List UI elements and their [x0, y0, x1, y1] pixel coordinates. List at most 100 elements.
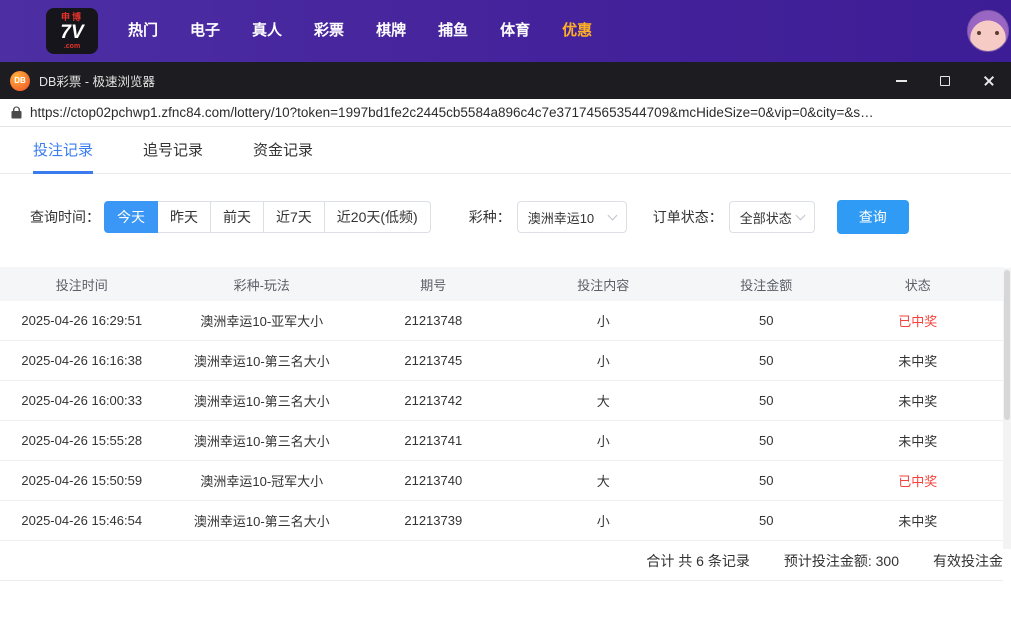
cell-status: 未中奖: [898, 354, 938, 369]
tab[interactable]: 投注记录: [33, 127, 94, 174]
chevron-down-icon: [795, 210, 806, 220]
table-row: 2025-04-26 16:00:33 澳洲幸运10-第三名大小 21213742 大…: [0, 381, 1003, 421]
site-logo[interactable]: 申博 7V .com: [46, 8, 98, 54]
cell-bet-amount: 50: [759, 393, 774, 408]
cell-game-play: 澳洲幸运10-亚军大小: [200, 314, 324, 329]
cell-issue-number: 21213748: [404, 313, 463, 328]
column-header: 期号: [420, 277, 447, 293]
nav-item[interactable]: 捕鱼: [422, 0, 484, 62]
minimize-icon: [895, 79, 907, 82]
time-filter-option[interactable]: 近7天: [264, 201, 325, 233]
summary-valid-amount: 有效投注金: [933, 552, 1003, 569]
lottery-select-label: 彩种：: [468, 209, 511, 225]
nav-item[interactable]: 棋牌: [360, 0, 422, 62]
column-header: 彩种-玩法: [233, 277, 290, 293]
top-nav-items: 热门 电子 真人 彩票 棋牌 捕鱼 体育 优惠: [112, 0, 608, 62]
cell-bet-content: 小: [596, 354, 610, 369]
page-content: 投注记录 追号记录 资金记录 查询时间： 今天 昨天 前天 近7天 近20天(低频) 彩种：…: [0, 127, 1011, 625]
cell-status: 未中奖: [898, 434, 938, 449]
cell-issue-number: 21213740: [404, 473, 463, 488]
cell-bet-time: 2025-04-26 15:50:59: [21, 473, 143, 488]
nav-item[interactable]: 体育: [484, 0, 546, 62]
cell-bet-content: 小: [596, 314, 610, 329]
column-header: 投注金额: [740, 277, 793, 293]
lottery-select[interactable]: 澳洲幸运10: [516, 201, 627, 233]
filter-bar: 查询时间： 今天 昨天 前天 近7天 近20天(低频) 彩种： 澳洲幸运10 订单状态：…: [30, 200, 1011, 234]
time-filter-option[interactable]: 近20天(低频): [324, 201, 431, 233]
table-body: 2025-04-26 16:29:51 澳洲幸运10-亚军大小 21213748 小 5…: [0, 301, 1003, 541]
cell-bet-time: 2025-04-26 16:29:51: [21, 313, 143, 328]
browser-app-icon: DB: [10, 70, 30, 91]
cell-bet-time: 2025-04-26 15:46:54: [21, 513, 143, 528]
window-title: DB彩票 - 极速浏览器: [39, 75, 155, 89]
cell-game-play: 澳洲幸运10-冠军大小: [200, 474, 324, 489]
tab[interactable]: 追号记录: [143, 127, 203, 174]
table-row: 2025-04-26 15:46:54 澳洲幸运10-第三名大小 21213739 小…: [0, 501, 1003, 541]
time-filter-option[interactable]: 今天: [104, 201, 158, 233]
browser-title-bar: DB DB彩票 - 极速浏览器: [0, 62, 1011, 99]
chevron-down-icon: [607, 210, 618, 220]
table-row: 2025-04-26 16:16:38 澳洲幸运10-第三名大小 21213745 小…: [0, 341, 1003, 381]
time-filter-option[interactable]: 昨天: [158, 201, 211, 233]
cell-bet-amount: 50: [759, 433, 774, 448]
scrollbar-track[interactable]: [1003, 268, 1011, 549]
order-status-value: 全部状态: [739, 210, 792, 226]
scrollbar-thumb[interactable]: [1004, 270, 1010, 420]
minimize-button[interactable]: [879, 62, 923, 99]
cell-game-play: 澳洲幸运10-第三名大小: [193, 354, 330, 369]
table-row: 2025-04-26 15:50:59 澳洲幸运10-冠军大小 21213740 大 5…: [0, 461, 1003, 501]
time-filter-option[interactable]: 前天: [211, 201, 264, 233]
time-filter-group: 今天 昨天 前天 近7天 近20天(低频): [104, 201, 431, 233]
order-status-select[interactable]: 全部状态: [728, 201, 815, 233]
cell-bet-time: 2025-04-26 15:55:28: [21, 433, 143, 448]
summary-total: 合计 共 6 条记录: [646, 552, 750, 569]
nav-item[interactable]: 热门: [112, 0, 174, 62]
table-summary-row: 合计 共 6 条记录 预计投注金额: 300 有效投注金: [0, 541, 1003, 581]
nav-item[interactable]: 电子: [174, 0, 236, 62]
cell-bet-amount: 50: [759, 353, 774, 368]
cell-issue-number: 21213739: [404, 513, 463, 528]
maximize-button[interactable]: [923, 62, 967, 99]
bet-records-table: 投注时间 彩种-玩法 期号 投注内容 投注金额 状态 2025-04-26 16:29:5…: [0, 267, 1003, 581]
query-button[interactable]: 查询: [836, 200, 909, 234]
window-controls: [879, 62, 1011, 99]
column-header: 投注内容: [577, 277, 630, 293]
cell-issue-number: 21213742: [404, 393, 463, 408]
user-avatar[interactable]: [967, 10, 1009, 52]
cell-bet-content: 大: [596, 394, 610, 409]
nav-item[interactable]: 真人: [236, 0, 298, 62]
cell-bet-amount: 50: [759, 473, 774, 488]
close-icon: [983, 75, 995, 87]
url-text: https://ctop02pchwp1.zfnc84.com/lottery/…: [30, 105, 874, 120]
cell-status: 未中奖: [898, 394, 938, 409]
column-header: 状态: [904, 277, 931, 293]
order-status-label: 订单状态：: [652, 209, 723, 225]
cell-bet-time: 2025-04-26 16:16:38: [21, 353, 143, 368]
cell-bet-content: 小: [596, 434, 610, 449]
cell-issue-number: 21213741: [404, 433, 463, 448]
summary-expected-amount: 预计投注金额: 300: [783, 552, 899, 569]
maximize-icon: [940, 75, 950, 86]
time-filter-label: 查询时间：: [30, 209, 100, 225]
cell-bet-content: 小: [596, 514, 610, 529]
address-bar[interactable]: https://ctop02pchwp1.zfnc84.com/lottery/…: [0, 99, 1011, 127]
table-row: 2025-04-26 16:29:51 澳洲幸运10-亚军大小 21213748 小 5…: [0, 301, 1003, 341]
close-button[interactable]: [967, 62, 1011, 99]
logo-text-main: 7V: [60, 21, 84, 43]
cell-game-play: 澳洲幸运10-第三名大小: [193, 434, 330, 449]
lottery-select-value: 澳洲幸运10: [527, 210, 595, 226]
site-header: 申博 7V .com 热门 电子 真人 彩票 棋牌 捕鱼 体育 优惠: [0, 0, 1011, 62]
nav-item[interactable]: 彩票: [298, 0, 360, 62]
tab[interactable]: 资金记录: [253, 127, 313, 174]
logo-text-com: .com: [63, 42, 81, 50]
lock-icon: [11, 106, 22, 119]
table-header-row: 投注时间 彩种-玩法 期号 投注内容 投注金额 状态: [0, 267, 1003, 301]
column-header: 投注时间: [55, 277, 108, 293]
cell-status: 已中奖: [898, 314, 938, 329]
cell-status: 未中奖: [898, 514, 938, 529]
cell-bet-time: 2025-04-26 16:00:33: [21, 393, 143, 408]
record-tabs: 投注记录 追号记录 资金记录: [0, 127, 1011, 174]
cell-game-play: 澳洲幸运10-第三名大小: [193, 514, 330, 529]
nav-item[interactable]: 优惠: [546, 0, 608, 62]
logo-text-cn: 申博: [60, 11, 83, 22]
